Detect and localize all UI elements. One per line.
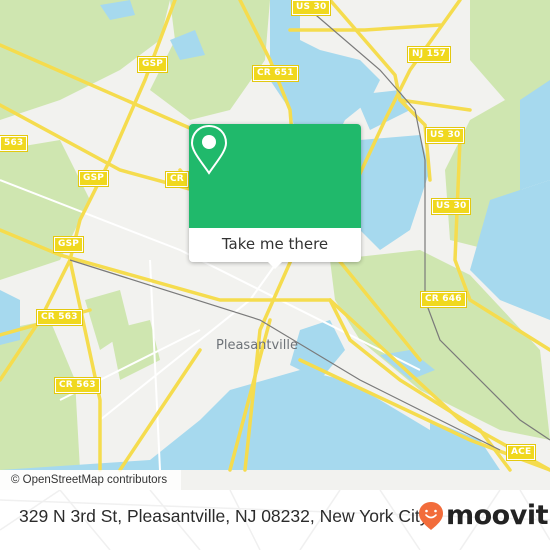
road <box>288 23 442 32</box>
road-shield-gsp: GSP <box>77 170 110 187</box>
moovit-smile-pin-icon <box>419 501 443 530</box>
road-shield-cr646: CR 646 <box>420 291 467 308</box>
location-popup: Take me there <box>189 124 361 269</box>
road-shield-us30: US 30 <box>424 127 466 144</box>
popup-pointer <box>267 261 283 269</box>
map[interactable]: US 30 NJ 157 US 30 US 30 GSP CR 651 563 … <box>0 0 550 490</box>
water-pond <box>0 290 20 345</box>
road-shield-563: 563 <box>0 135 29 152</box>
moovit-logo-text: moovit <box>446 500 549 531</box>
map-attribution[interactable]: © OpenStreetMap contributors <box>0 470 182 490</box>
road-shield-ace: ACE <box>505 444 537 461</box>
road-shield-cr651: CR 651 <box>252 65 299 82</box>
road-shield-nj157: NJ 157 <box>406 46 452 63</box>
place-label-pleasantville: Pleasantville <box>216 338 299 353</box>
address-text: 329 N 3rd St, Pleasantville, NJ 08232, N… <box>19 506 429 526</box>
road-shield-cr563: CR 563 <box>54 377 101 394</box>
moovit-logo[interactable]: moovit <box>418 500 549 531</box>
road-shield-cr563: CR 563 <box>36 309 83 326</box>
road-shield-cr: CR <box>165 171 189 188</box>
popup-header <box>189 124 361 228</box>
footer: 329 N 3rd St, Pleasantville, NJ 08232, N… <box>0 490 550 550</box>
road-shield-us30: US 30 <box>290 0 332 16</box>
road-shield-us30: US 30 <box>430 198 472 215</box>
take-me-there-button[interactable]: Take me there <box>189 228 361 262</box>
road-shield-gsp: GSP <box>136 56 169 73</box>
location-pin-icon <box>190 124 228 175</box>
road-shield-gsp: GSP <box>52 236 85 253</box>
